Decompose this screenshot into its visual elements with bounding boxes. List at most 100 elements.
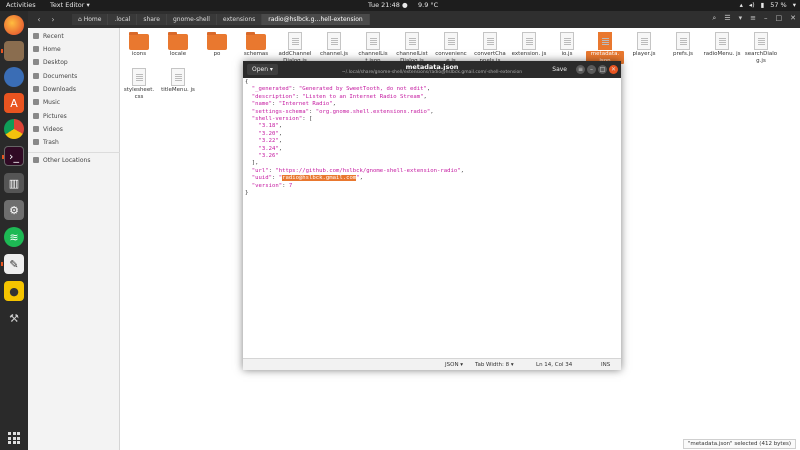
sidebar-item-music[interactable]: Music (33, 97, 60, 107)
file-item[interactable]: locale (159, 32, 197, 58)
spotify-icon[interactable]: ≋ (4, 227, 24, 247)
thunderbird-icon[interactable] (4, 67, 24, 87)
file-item[interactable]: convenienc e.js (432, 32, 470, 64)
sidebar-item-trash[interactable]: Trash (33, 137, 59, 147)
maximize-icon[interactable]: □ (776, 14, 783, 23)
system-status-area[interactable]: ▴ ◂) ▮ 57 % ▾ (740, 1, 796, 9)
code-line: } (245, 190, 249, 197)
minimize-icon[interactable]: – (587, 65, 596, 74)
file-item[interactable]: po (198, 32, 236, 58)
menu-icon[interactable]: ≡ (576, 65, 585, 74)
file-item[interactable]: channelLis t.json (354, 32, 392, 64)
sidebar-item-home[interactable]: Home (33, 44, 61, 54)
file-item[interactable]: schemas (237, 32, 275, 58)
home-icon (33, 46, 39, 52)
keep-notes-icon[interactable]: ● (4, 281, 24, 301)
text-file-icon (522, 32, 536, 50)
breadcrumb-local[interactable]: .local (108, 14, 138, 25)
file-item[interactable]: channelList Dialog.js (393, 32, 431, 64)
file-item[interactable]: player.js (625, 32, 663, 58)
sidebar-item-recent[interactable]: Recent (33, 31, 64, 41)
selected-text: radio@hslbck.gmail.com (282, 175, 357, 182)
tab-width-selector[interactable]: Tab Width: 8 ▾ (475, 362, 514, 368)
cursor-position[interactable]: Ln 14, Col 34 (536, 362, 572, 368)
file-item[interactable]: radioMenu. js (703, 32, 741, 58)
battery-percent: 57 % (770, 1, 787, 9)
settings-icon[interactable]: ⚙ (4, 200, 24, 220)
insert-mode: INS (601, 362, 611, 368)
file-item-selected[interactable]: metadata. json (586, 32, 624, 64)
back-button[interactable]: ‹ (34, 14, 44, 25)
forward-button[interactable]: › (48, 14, 58, 25)
files-header-controls: ⌕ ☰ ▾ ≡ – □ ✕ (712, 14, 796, 23)
tool-icon[interactable]: ⚒ (4, 308, 24, 328)
firefox-icon[interactable] (4, 15, 24, 35)
json-value: "3.26" (258, 153, 279, 160)
file-item[interactable]: channel.js (315, 32, 353, 58)
software-center-icon[interactable]: A (4, 93, 24, 113)
sidebar-item-desktop[interactable]: Desktop (33, 57, 68, 67)
videos-icon (33, 126, 39, 132)
terminal-icon[interactable]: ›_ (2, 146, 24, 166)
file-item[interactable]: searchDialo g.js (742, 32, 780, 64)
system-monitor-icon[interactable]: ▥ (4, 173, 24, 193)
json-value: "org.gnome.shell.extensions.radio" (315, 108, 431, 115)
folder-icon (168, 32, 188, 50)
breadcrumb-share[interactable]: share (137, 14, 167, 25)
text-editor-icon[interactable]: ✎ (1, 254, 24, 274)
menu-icon[interactable]: ≡ (750, 14, 756, 23)
file-item[interactable]: extension. js (510, 32, 548, 58)
json-key: "settings-schema" (251, 108, 310, 115)
close-icon[interactable]: ✕ (609, 65, 618, 74)
json-value: "3.20" (258, 130, 279, 137)
view-options-icon[interactable]: ▾ (739, 14, 743, 23)
text-file-icon (637, 32, 651, 50)
sidebar-item-videos[interactable]: Videos (33, 124, 63, 134)
editor-text-area[interactable]: { "_generated": "Generated by SweetTooth… (243, 78, 621, 358)
file-item[interactable]: convertCha nnels.js (471, 32, 509, 64)
battery-icon: ▮ (760, 1, 765, 9)
text-file-icon (405, 32, 419, 50)
sidebar-item-downloads[interactable]: Downloads (33, 84, 76, 94)
file-item[interactable]: icons (120, 32, 158, 58)
language-selector[interactable]: JSON ▾ (445, 362, 463, 368)
close-icon[interactable]: ✕ (790, 14, 796, 23)
file-item[interactable]: stylesheet. css (120, 68, 158, 100)
files-sidebar: Recent Home Desktop Documents Downloads … (28, 28, 120, 450)
json-value: "Generated by SweetTooth, do not edit" (298, 86, 427, 93)
clock[interactable]: Tue 21:48 ● (368, 1, 408, 9)
file-item[interactable]: addChannel Dialog.js (276, 32, 314, 64)
chrome-icon[interactable] (4, 119, 24, 139)
folder-icon (129, 32, 149, 50)
text-file-icon (483, 32, 497, 50)
text-file-icon (288, 32, 302, 50)
sidebar-item-pictures[interactable]: Pictures (33, 111, 67, 121)
file-item[interactable]: io.js (548, 32, 586, 58)
search-icon[interactable]: ⌕ (712, 14, 716, 23)
sidebar-item-documents[interactable]: Documents (33, 71, 77, 81)
json-value: "3.18" (258, 123, 279, 130)
files-icon[interactable] (1, 41, 24, 61)
activities-button[interactable]: Activities (6, 1, 36, 9)
breadcrumb-extensions[interactable]: extensions (216, 14, 263, 25)
file-item[interactable]: prefs.js (664, 32, 702, 58)
editor-headerbar: Open ▾ metadata.json ~/.local/share/gnom… (243, 61, 621, 78)
folder-icon (246, 32, 266, 50)
json-value: "3.24" (258, 145, 279, 152)
weather-indicator[interactable]: 9.9 °C (418, 1, 438, 9)
breadcrumb-current[interactable]: radio@hslbck.g…hell-extension (262, 14, 370, 25)
breadcrumb-gnome-shell[interactable]: gnome-shell (166, 14, 217, 25)
minimize-icon[interactable]: – (764, 14, 768, 23)
json-value: 7 (288, 182, 293, 189)
file-item[interactable]: titleMenu. js (159, 68, 197, 94)
show-applications-icon[interactable] (8, 432, 20, 444)
sidebar-item-other-locations[interactable]: Other Locations (33, 155, 90, 165)
list-view-icon[interactable]: ☰ (724, 14, 730, 23)
clock-icon (33, 33, 39, 39)
maximize-icon[interactable]: □ (598, 65, 607, 74)
breadcrumb-home[interactable]: ⌂ Home (72, 14, 109, 25)
save-button[interactable]: Save (548, 64, 571, 75)
app-menu[interactable]: Text Editor ▾ (50, 1, 90, 9)
json-key: "uuid" (251, 175, 272, 182)
trash-icon (33, 139, 39, 145)
